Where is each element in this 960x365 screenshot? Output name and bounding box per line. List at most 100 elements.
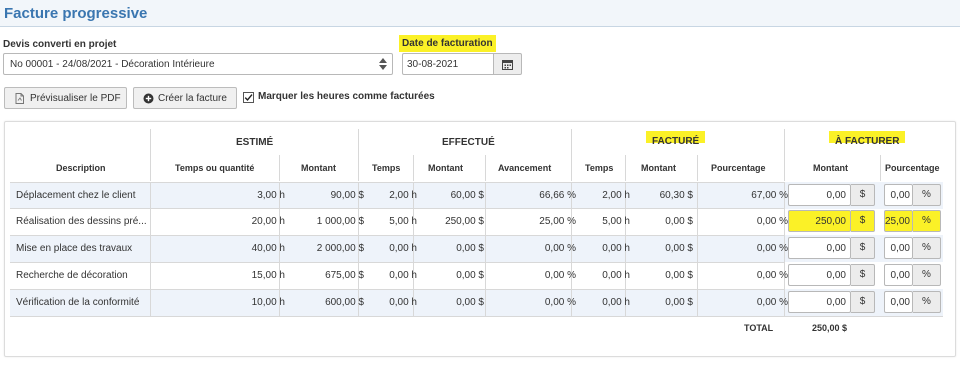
af-amount-input[interactable]: 0,00 <box>788 264 851 286</box>
row-est-qty: 20,00 h <box>251 216 285 227</box>
header-separator <box>571 129 572 181</box>
percent-addon: % <box>913 237 941 259</box>
column-header-af-percent: Pourcentage <box>885 163 940 173</box>
group-header-estime: ESTIMÉ <box>236 137 274 148</box>
table-row: Déplacement chez le client 3,00 h 90,00 $ 2… <box>10 182 943 209</box>
header-separator <box>358 129 359 181</box>
af-percent-value: 25,00 <box>884 216 910 227</box>
af-amount-input[interactable]: 250,00 <box>788 210 851 232</box>
column-header-est-qty: Temps ou quantité <box>175 163 255 173</box>
row-fac-time: 5,00 h <box>602 216 630 227</box>
calendar-button[interactable] <box>493 53 522 75</box>
row-est-amount: 90,00 $ <box>330 190 364 201</box>
date-input[interactable]: 30-08-2021 <box>402 53 494 75</box>
row-est-qty: 3,00 h <box>257 190 285 201</box>
header-separator <box>279 155 280 181</box>
af-percent-input[interactable]: 0,00 <box>884 184 913 206</box>
row-est-qty: 40,00 h <box>251 243 285 254</box>
create-invoice-button[interactable]: Créer la facture <box>133 87 237 109</box>
percent-addon: % <box>913 184 941 206</box>
currency-addon: $ <box>851 184 875 206</box>
header-separator <box>784 129 785 181</box>
currency-addon: $ <box>851 264 875 286</box>
cell-separator <box>485 235 486 262</box>
column-header-est-amount: Montant <box>301 163 336 173</box>
af-amount-input[interactable]: 0,00 <box>788 184 851 206</box>
currency-addon: $ <box>851 291 875 313</box>
af-percent-input[interactable]: 25,00 <box>884 210 913 232</box>
cell-separator <box>150 208 151 235</box>
column-header-fac-amount: Montant <box>641 163 676 173</box>
row-description: Déplacement chez le client <box>16 190 136 201</box>
cell-separator <box>697 235 698 262</box>
af-amount-input[interactable]: 0,00 <box>788 237 851 259</box>
row-description: Réalisation des dessins pré... <box>16 216 147 227</box>
row-border <box>10 262 784 263</box>
date-input-value: 30-08-2021 <box>407 59 459 70</box>
header-separator <box>880 155 881 181</box>
row-fac-time: 2,00 h <box>602 190 630 201</box>
group-header-a-facturer: À FACTURER <box>829 131 906 147</box>
cell-separator <box>150 262 151 289</box>
table-row: Réalisation des dessins pré... 20,00 h 1 0… <box>10 208 943 235</box>
group-header-facture: FACTURÉ <box>646 131 706 147</box>
af-percent-input[interactable]: 0,00 <box>884 291 913 313</box>
cell-separator <box>485 289 486 316</box>
row-fac-amount: 0,00 $ <box>665 297 693 308</box>
devis-select[interactable]: No 00001 - 24/08/2021 - Décoration Intér… <box>3 53 393 75</box>
af-percent-input[interactable]: 0,00 <box>884 237 913 259</box>
column-header-af-amount: Montant <box>813 163 848 173</box>
row-fac-amount: 0,00 $ <box>665 216 693 227</box>
row-fac-amount: 0,00 $ <box>665 243 693 254</box>
devis-label: Devis converti en projet <box>3 39 117 50</box>
cell-separator <box>697 182 698 209</box>
row-eff-progress: 25,00 % <box>539 216 576 227</box>
header-separator <box>625 155 626 181</box>
header-separator <box>413 155 414 181</box>
row-eff-amount: 0,00 $ <box>456 243 484 254</box>
pdf-file-icon <box>15 93 24 104</box>
currency-addon: $ <box>851 210 875 232</box>
row-eff-progress: 66,66 % <box>539 190 576 201</box>
af-amount-input[interactable]: 0,00 <box>788 291 851 313</box>
row-fac-percent: 0,00 % <box>756 216 788 227</box>
row-description: Recherche de décoration <box>16 270 128 281</box>
row-border <box>10 289 784 290</box>
row-fac-percent: 0,00 % <box>756 243 788 254</box>
row-description: Mise en place des travaux <box>16 243 133 254</box>
column-header-eff-time: Temps <box>372 163 401 173</box>
devis-select-value: No 00001 - 24/08/2021 - Décoration Intér… <box>10 59 215 70</box>
cell-separator <box>697 289 698 316</box>
preview-pdf-label: Prévisualiser le PDF <box>30 93 121 104</box>
table-row: Recherche de décoration 15,00 h 675,00 $ 0,… <box>10 262 943 289</box>
row-eff-time: 0,00 h <box>389 297 417 308</box>
af-amount-value: 250,00 <box>815 216 846 227</box>
row-eff-time: 0,00 h <box>389 270 417 281</box>
total-value: 250,00 $ <box>812 323 848 333</box>
row-fac-time: 0,00 h <box>602 297 630 308</box>
table-row: Vérification de la conformité 10,00 h 600,… <box>10 289 943 316</box>
mark-hours-checkbox[interactable] <box>243 92 254 103</box>
row-border <box>10 182 784 183</box>
percent-addon: % <box>913 291 941 313</box>
column-header-fac-percent: Pourcentage <box>711 163 766 173</box>
row-eff-progress: 0,00 % <box>544 297 576 308</box>
row-fac-percent: 67,00 % <box>751 190 788 201</box>
mark-hours-label: Marquer les heures comme facturées <box>258 91 435 102</box>
af-percent-input[interactable]: 0,00 <box>884 264 913 286</box>
row-eff-progress: 0,00 % <box>544 270 576 281</box>
row-est-qty: 10,00 h <box>251 297 285 308</box>
cell-separator <box>485 262 486 289</box>
plus-circle-icon <box>143 93 154 104</box>
cell-separator <box>150 182 151 209</box>
header-separator <box>150 129 151 181</box>
total-label: TOTAL <box>744 323 774 333</box>
row-eff-time: 5,00 h <box>389 216 417 227</box>
row-fac-time: 0,00 h <box>602 270 630 281</box>
cell-separator <box>485 208 486 235</box>
cell-separator <box>697 262 698 289</box>
row-eff-amount: 250,00 $ <box>445 216 484 227</box>
preview-pdf-button[interactable]: Prévisualiser le PDF <box>4 87 127 109</box>
cell-separator <box>150 235 151 262</box>
row-border <box>10 235 784 236</box>
